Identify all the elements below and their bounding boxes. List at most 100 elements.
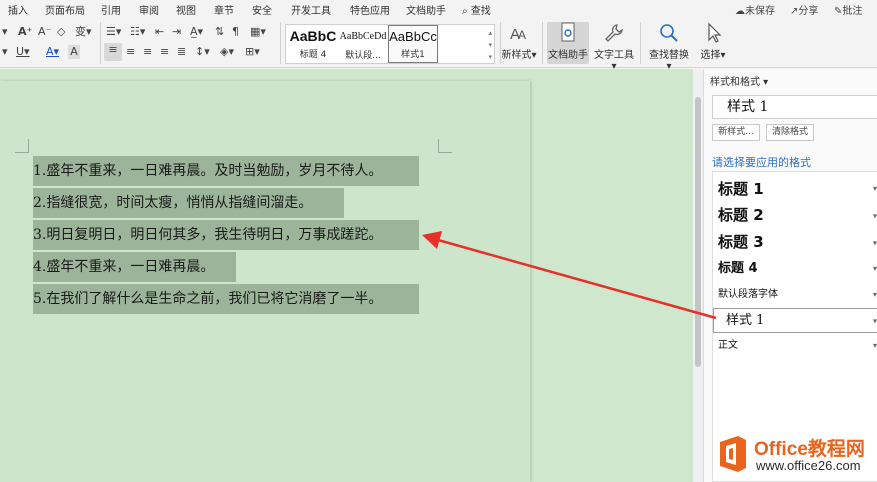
style-style1[interactable]: AaBbCc 样式1	[388, 25, 438, 63]
distribute-icon[interactable]: ≣	[177, 45, 186, 59]
style-item-default-font[interactable]: 默认段落字体 ▾	[713, 282, 877, 308]
justify-icon[interactable]: ≡	[160, 45, 169, 59]
show-marks-icon[interactable]: ¶	[232, 25, 239, 39]
paragraph-line-1[interactable]: 1.盛年不重来，一日难再晨。及时当勉励，岁月不待人。	[33, 156, 419, 186]
gallery-scroll[interactable]: ▴ ▾ ▾	[488, 27, 492, 63]
menu-doc-assistant[interactable]: 文档助手	[406, 2, 446, 17]
increase-indent-icon[interactable]: ⇥	[172, 25, 181, 39]
divider	[640, 22, 641, 64]
new-style-button[interactable]: A A 新样式▾	[500, 22, 538, 61]
watermark-brand: Office教程网	[754, 439, 865, 460]
styles-panel: 样式和格式 ▾ 样式 1 新样式... 清除格式 请选择要应用的格式 标题 1 ▾…	[703, 69, 877, 482]
style-item-heading4[interactable]: 标题 4 ▾	[713, 256, 877, 282]
panel-title[interactable]: 样式和格式 ▾	[710, 73, 768, 88]
underline-icon[interactable]: U▾	[16, 45, 30, 59]
select-button[interactable]: 选择▾	[698, 22, 728, 61]
magnifier-icon	[660, 24, 678, 42]
shrink-font-icon[interactable]: A⁻	[38, 25, 51, 39]
menu-references[interactable]: 引用	[101, 2, 121, 17]
office-logo-icon	[720, 436, 746, 472]
chevron-down-icon: ▾	[872, 238, 877, 247]
style-item-style1[interactable]: 样式 1 ▾	[713, 308, 877, 333]
menu-bar: 插入 页面布局 引用 审阅 视图 章节 安全 开发工具 特色应用 文档助手 ⌕ …	[0, 0, 877, 18]
menu-review[interactable]: 审阅	[139, 2, 159, 17]
chevron-down-icon: ▾	[872, 264, 877, 273]
dropdown-icon[interactable]: ▾	[2, 45, 8, 59]
sort-icon[interactable]: ⇅	[215, 25, 224, 39]
chevron-down-icon: ▾	[872, 290, 877, 299]
char-shading-icon[interactable]: A	[68, 45, 80, 59]
bullet-list-icon[interactable]: ☰▾	[106, 25, 121, 39]
watermark: Office教程网 www.office26.com	[712, 432, 877, 482]
clear-format-button[interactable]: 清除格式	[766, 124, 814, 141]
clear-format-icon[interactable]: ◇	[57, 25, 65, 39]
unsaved-status[interactable]: ☁未保存	[735, 2, 775, 17]
style-default-paragraph[interactable]: AaBbCeDd 默认段...	[338, 25, 388, 63]
menu-page-layout[interactable]: 页面布局	[45, 2, 85, 17]
font-color-icon[interactable]: A▾	[46, 45, 59, 59]
align-right-icon[interactable]: ≡	[143, 45, 152, 59]
divider	[280, 22, 281, 64]
table-icon[interactable]: ▦▾	[250, 25, 266, 39]
paragraph-line-3[interactable]: 3.明日复明日，明日何其多，我生待明日，万事成蹉跎。	[33, 220, 419, 250]
cloud-icon: ☁	[735, 6, 745, 17]
new-style-panel-button[interactable]: 新样式...	[712, 124, 760, 141]
shading-icon[interactable]: ◈▾	[220, 45, 234, 59]
number-list-icon[interactable]: ☷▾	[130, 25, 145, 39]
style-item-body[interactable]: 正文 ▾	[713, 334, 877, 358]
grow-font-icon[interactable]: A⁺	[18, 25, 32, 39]
chevron-down-icon: ▾	[872, 316, 877, 325]
menu-developer[interactable]: 开发工具	[291, 2, 331, 17]
chevron-down-icon: ▾	[872, 211, 877, 220]
document-page[interactable]: 1.盛年不重来，一日难再晨。及时当勉励，岁月不待人。 2.指缝很宽，时间太瘦，悄…	[0, 81, 530, 482]
chinese-layout-icon[interactable]: A̲▾	[190, 25, 203, 39]
menu-features[interactable]: 特色应用	[350, 2, 390, 17]
menu-search[interactable]: ⌕ 查找	[462, 2, 491, 17]
style-item-heading2[interactable]: 标题 2 ▾	[713, 202, 877, 229]
phonetic-icon[interactable]: 变▾	[75, 25, 92, 39]
paragraph-line-4[interactable]: 4.盛年不重来，一日难再晨。	[33, 252, 236, 282]
document-area[interactable]: 1.盛年不重来，一日难再晨。及时当勉励，岁月不待人。 2.指缝很宽，时间太瘦，悄…	[0, 69, 693, 482]
paragraph-line-5[interactable]: 5.在我们了解什么是生命之前，我们已将它消磨了一半。	[33, 284, 419, 314]
share-button[interactable]: ↗分享	[790, 2, 818, 17]
new-style-icon: A A	[510, 26, 526, 43]
style-gallery: AaBbC 标题 4 AaBbCeDd 默认段... AaBbCc 样式1 ▴ ▾…	[285, 24, 495, 64]
dropdown-icon[interactable]: ▾	[2, 25, 8, 39]
comment-button[interactable]: ✎批注	[834, 2, 862, 17]
menu-chapter[interactable]: 章节	[214, 2, 234, 17]
search-icon: ⌕	[462, 6, 468, 17]
watermark-url: www.office26.com	[756, 458, 861, 473]
svg-text:A: A	[518, 28, 526, 42]
menu-view[interactable]: 视图	[176, 2, 196, 17]
margin-corner	[15, 139, 29, 153]
find-replace-button[interactable]: 查找替换▾	[647, 22, 691, 72]
text-tools-button[interactable]: 文字工具▾	[593, 22, 635, 72]
style-heading4[interactable]: AaBbC 标题 4	[287, 25, 339, 63]
apply-format-label: 请选择要应用的格式	[712, 156, 811, 169]
menu-search-label: 查找	[470, 6, 491, 17]
wrench-icon	[605, 24, 623, 42]
current-style-field[interactable]: 样式 1	[712, 95, 877, 119]
ribbon-toolbar: ▾ A⁺ A⁻ ◇ 变▾ ☰▾ ☷▾ ⇤ ⇥ A̲▾ ⇅ ¶ ▦▾ ▾ U▾ A…	[0, 18, 877, 72]
paragraph-line-2[interactable]: 2.指缝很宽，时间太瘦，悄悄从指缝间溜走。	[33, 188, 344, 218]
chevron-down-icon: ▾	[760, 77, 769, 88]
vertical-scrollbar[interactable]	[693, 69, 703, 482]
style-item-heading3[interactable]: 标题 3 ▾	[713, 229, 877, 256]
margin-corner	[438, 139, 452, 153]
menu-insert[interactable]: 插入	[8, 2, 28, 17]
divider	[100, 22, 101, 64]
scrollbar-thumb[interactable]	[695, 97, 701, 367]
decrease-indent-icon[interactable]: ⇤	[155, 25, 164, 39]
doc-assistant-button[interactable]: 文档助手	[547, 22, 589, 64]
document-icon	[561, 22, 575, 42]
line-spacing-icon[interactable]: ↕▾	[195, 45, 210, 59]
cursor-icon	[708, 22, 722, 43]
divider	[542, 22, 543, 64]
menu-security[interactable]: 安全	[252, 2, 272, 17]
border-icon[interactable]: ⊞▾	[245, 45, 260, 59]
chevron-down-icon: ▾	[872, 184, 877, 193]
align-center-icon[interactable]: ≡	[126, 45, 135, 59]
style-item-heading1[interactable]: 标题 1 ▾	[713, 176, 877, 202]
align-left-icon[interactable]: ≡	[104, 43, 122, 61]
chevron-down-icon: ▾	[872, 341, 877, 350]
